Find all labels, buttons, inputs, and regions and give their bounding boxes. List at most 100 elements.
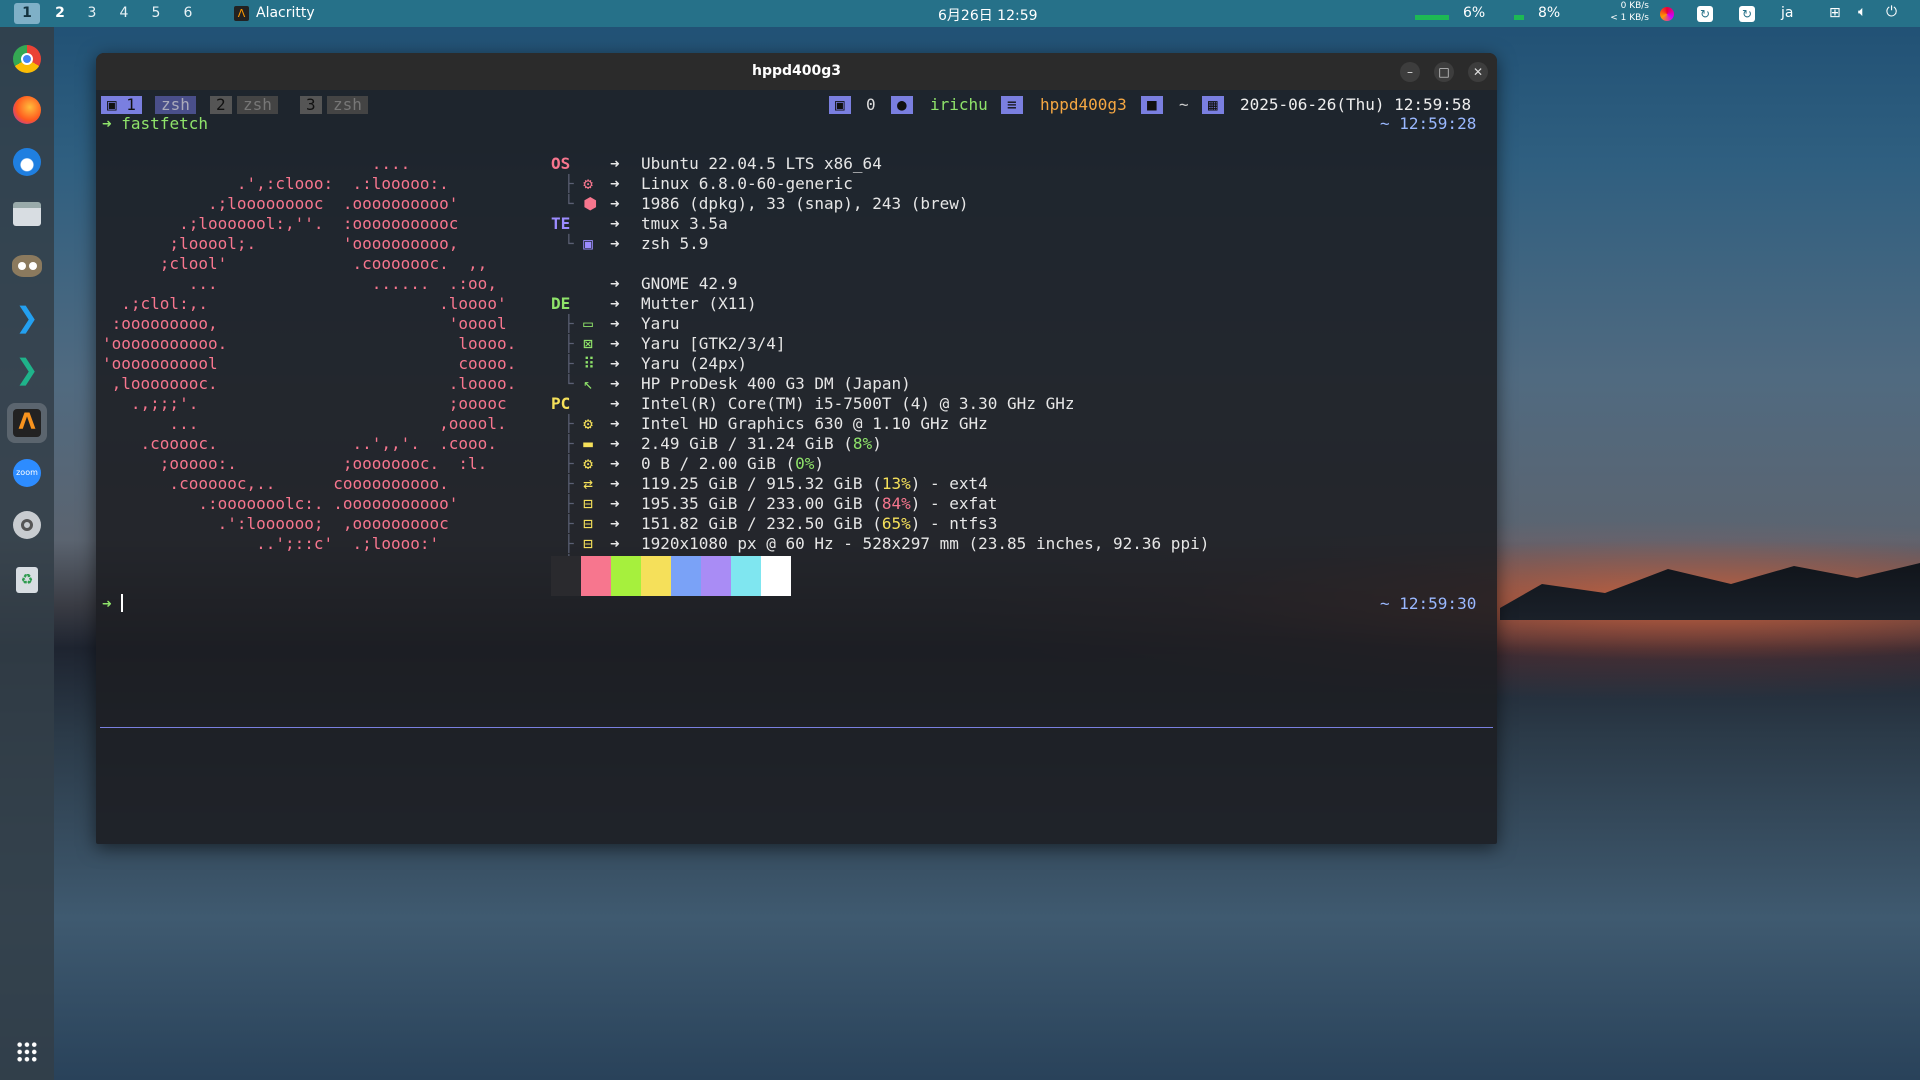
volume-icon[interactable]: 🔈︎ [1858,4,1866,20]
terminal-window[interactable]: hppd400g3 – □ ✕ ▣ 1 zsh 2 zsh 3 zsh ▣ 0 … [96,53,1497,844]
swap-percent: 0% [795,454,815,473]
net-down-speed: 0 KB/s [1620,1,1649,11]
chrome-icon[interactable] [9,41,45,77]
vscode-icon[interactable]: ❯ [9,300,45,336]
info-arrow: ➜ [610,194,620,213]
workspace-2[interactable]: 2 [47,3,73,24]
display-value: 1920x1080 px @ 60 Hz - 528x297 mm (23.85… [641,534,1210,553]
tmux-tab-3[interactable]: 3 [300,96,322,114]
minimize-button[interactable]: – [1400,62,1420,82]
window-titlebar[interactable]: hppd400g3 – □ ✕ [96,53,1497,90]
palette-swatch [641,556,671,596]
disk1-value: 119.25 GiB / 915.32 GiB (13%) - ext4 [641,474,988,494]
palette-swatch [611,556,641,596]
os-label: OS [551,154,571,173]
settings-icon[interactable] [9,507,45,543]
network-icon[interactable]: ⊞ [1829,5,1841,21]
terminal-content[interactable]: ▣ 1 zsh 2 zsh 3 zsh ▣ 0 ● irichu ≡ hppd4… [96,90,1497,844]
workspace-5[interactable]: 5 [143,3,169,24]
files-icon[interactable] [9,196,45,232]
power-icon[interactable]: ⏻ [1886,4,1897,20]
thunderbird-icon[interactable] [9,144,45,180]
sync-indicator-icon[interactable]: ↻ [1697,6,1713,22]
gimp-icon[interactable] [9,248,45,284]
ascii-line: .... [102,154,411,173]
terminal-value: tmux 3.5a [641,214,728,233]
input-method-indicator[interactable]: ja [1781,5,1793,21]
disk3-percent: 65% [881,514,911,533]
memory-value: 2.49 GiB / 31.24 GiB (8%) [641,434,882,454]
swap-suffix: ) [814,454,825,473]
maximize-button[interactable]: □ [1434,62,1454,82]
right-prompt-time-1: ~ 12:59:28 [1380,114,1477,133]
disk3-value: 151.82 GiB / 232.50 GiB (65%) - ntfs3 [641,514,997,534]
close-button[interactable]: ✕ [1468,62,1488,82]
color-indicator-icon[interactable] [1660,7,1674,21]
wm-theme-value: Yaru [641,314,680,333]
color-palette [551,556,791,596]
net-up-speed: < 1 KB/s [1610,13,1649,23]
command-text: fastfetch [121,114,208,133]
workspace-1[interactable]: 1 [14,3,40,24]
show-apps-icon[interactable] [9,1034,45,1070]
workspace-6[interactable]: 6 [175,3,201,24]
user-icon: ● [891,96,913,114]
disk3-suffix: ) - ntfs3 [910,514,998,533]
tmux-host: hppd400g3 [1040,95,1127,114]
info-arrow: ➜ [610,154,620,173]
ascii-line: .;looooool:,''. :ooooooooooc [102,214,459,233]
disk2-suffix: ) - exfat [910,494,998,513]
info-arrow: ➜ [610,514,620,533]
pc-label: PC [551,394,571,413]
text-cursor [121,594,124,612]
info-arrow: ➜ [610,534,620,553]
memory-graph-icon [1514,8,1524,20]
info-arrow: ➜ [610,334,620,353]
info-arrow: ➜ [610,354,620,373]
ascii-line: ..';::c' .;loooo:' [102,534,440,553]
dock: ❯ ❯ Λ zoom ♻ [0,27,54,1080]
session-icon: ▣ [829,96,851,114]
vscode-insiders-icon[interactable]: ❯ [9,352,45,388]
clock[interactable]: 6月26日 12:59 [938,5,1038,25]
tmux-tab-1-name[interactable]: zsh [155,96,196,114]
sync-indicator-2-icon[interactable]: ↻ [1739,6,1755,22]
disk2-percent: 84% [881,494,911,513]
memory-usage[interactable]: 8% [1538,5,1560,21]
shell-terminal-icon: └ ▣ [564,234,593,253]
prompt-line-2[interactable]: ➜ [102,594,124,614]
workspace-4[interactable]: 4 [111,3,137,24]
info-arrow: ➜ [610,234,620,253]
info-arrow: ➜ [610,274,620,293]
wallpaper-mountains [1500,563,1920,620]
cpu-usage[interactable]: 6% [1463,5,1485,21]
prompt-arrow: ➜ [102,114,112,133]
info-arrow: ➜ [610,314,620,333]
tmux-tab-2[interactable]: 2 [210,96,232,114]
alacritty-icon[interactable]: Λ [7,403,47,443]
alacritty-app-icon: Λ [234,6,249,21]
ascii-line: .':loooooo; ,oooooooooc [102,514,449,533]
tmux-tab-2-name[interactable]: zsh [237,96,278,114]
tmux-tab-1[interactable]: ▣ 1 [101,96,142,114]
top-panel: 1 2 3 4 5 6 Λ Alacritty 6月26日 12:59 6% 8… [0,0,1920,27]
memory-text: 2.49 GiB / 31.24 GiB ( [641,434,853,453]
trash-icon[interactable]: ♻ [9,562,45,598]
firefox-icon[interactable] [9,92,45,128]
packages-value: 1986 (dpkg), 33 (snap), 243 (brew) [641,194,969,213]
tmux-tab-3-name[interactable]: zsh [327,96,368,114]
info-arrow: ➜ [610,474,620,493]
prompt-arrow: ➜ [102,594,112,613]
memory-suffix: ) [872,434,882,453]
info-arrow: ➜ [610,374,620,393]
folder-icon: ■ [1141,96,1163,114]
de-label: DE [551,294,571,313]
workspace-3[interactable]: 3 [79,3,105,24]
ascii-line: ... ...... .:oo, [102,274,497,293]
zoom-icon[interactable]: zoom [9,455,45,491]
tmux-user: irichu [930,95,988,114]
palette-swatch [671,556,701,596]
ascii-line: .',:clooo: .:looooo:. [102,174,449,193]
gpu-value: Intel HD Graphics 630 @ 1.10 GHz GHz [641,414,988,433]
active-app-label[interactable]: Alacritty [256,5,315,21]
